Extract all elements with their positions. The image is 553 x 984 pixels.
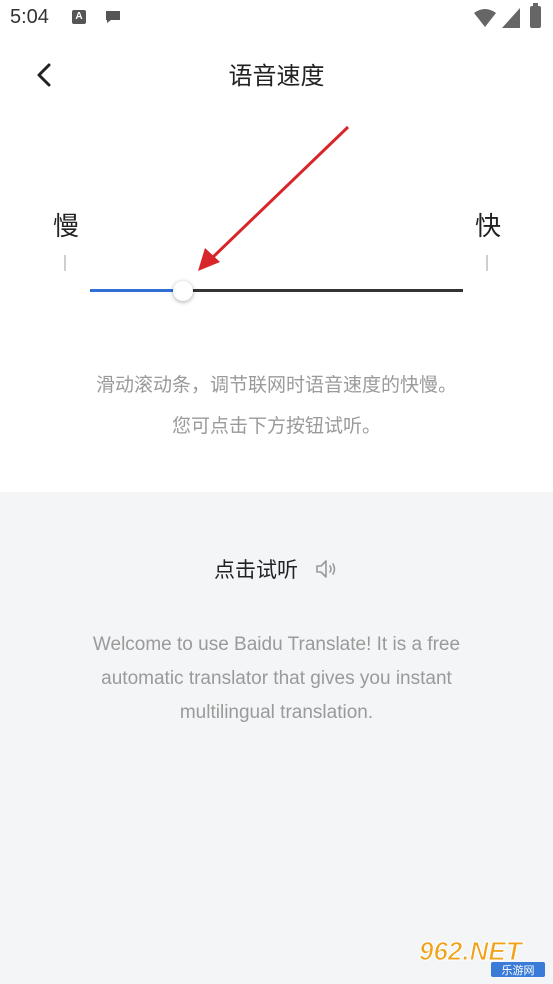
sample-text: Welcome to use Baidu Translate! It is a … — [92, 634, 461, 723]
listen-label: 点击试听 — [213, 558, 298, 582]
a-notification-icon: A — [72, 10, 86, 24]
signal-icon — [502, 8, 520, 28]
status-bar: 5:04 A — [0, 0, 553, 36]
listen-button[interactable]: 点击试听 — [0, 554, 553, 584]
speed-slider-fill — [90, 289, 184, 292]
speed-slider-thumb[interactable] — [173, 281, 194, 301]
status-time: 5:04 — [10, 6, 49, 28]
header: 语音速度 — [0, 40, 553, 106]
speaker-icon — [316, 560, 336, 578]
message-icon — [106, 11, 120, 23]
wifi-icon — [474, 9, 496, 27]
hint-line-2: 您可点击下方按钮试听。 — [171, 415, 381, 437]
slider-min-tick — [64, 255, 66, 271]
hint-line-1: 滑动滚动条，调节联网时语音速度的快慢。 — [95, 374, 457, 396]
preview-panel: 点击试听 Welcome to use Baidu Translate! It … — [0, 492, 553, 984]
page-title: 语音速度 — [228, 62, 325, 90]
watermark-subtext: 乐游网 — [502, 964, 535, 977]
slider-max-tick — [486, 255, 488, 271]
fast-label: 快 — [475, 212, 502, 242]
watermark-text: 962.NET — [419, 936, 524, 966]
watermark-logo: 962.NET 乐游网 — [419, 936, 545, 977]
slow-label: 慢 — [53, 212, 80, 242]
battery-icon — [530, 3, 541, 28]
